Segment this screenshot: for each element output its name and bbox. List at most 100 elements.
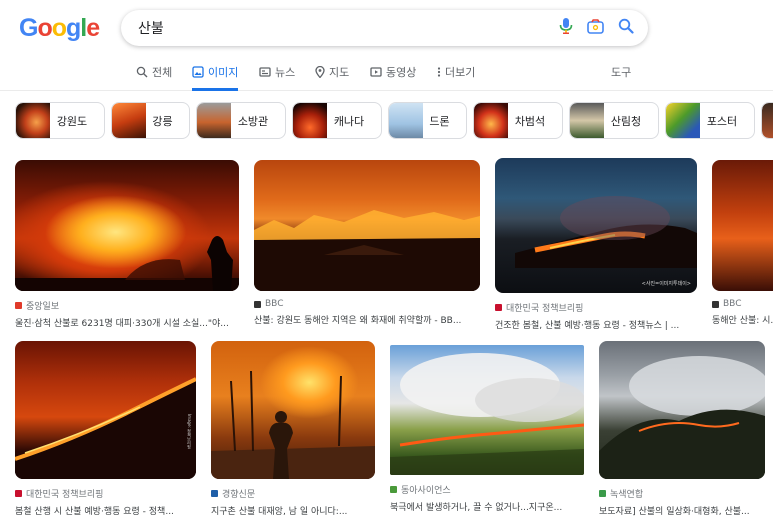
search-box[interactable]: 산불 [121,10,648,46]
map-pin-icon [315,66,325,78]
hillside-fire-graphic [15,377,196,479]
result-source[interactable]: 경향신문 [211,487,375,500]
image-result[interactable]: BBC 동해안 산불: 시... [712,160,773,326]
chip-label: 차범석 [514,114,546,128]
image-watermark: <사진=이미지투데이> [641,281,691,287]
chip-chabeomseok[interactable]: 차범석 [473,102,563,139]
result-title[interactable]: 동해안 산불: 시... [712,313,773,326]
tools-button[interactable]: 도구 [611,64,631,91]
favicon-icon [712,300,719,308]
result-image[interactable] [390,345,584,475]
chip-canada[interactable]: 캐나다 [292,102,382,139]
result-image[interactable] [15,160,239,291]
chip-forest-service[interactable]: 산림청 [569,102,659,139]
source-name: 동아사이언스 [401,486,451,496]
chip-drone[interactable]: 드론 [388,102,467,139]
tools-label: 도구 [611,66,632,79]
logo-letter: e [86,14,100,42]
tab-maps[interactable]: 지도 [315,64,349,91]
chip-label: 강원도 [56,114,88,128]
favicon-icon [495,304,502,311]
result-title[interactable]: 봄철 산행 시 산불 예방·행동 요령 - 정책... [15,504,196,517]
video-icon [370,67,382,77]
chip-thumbnail [16,103,50,138]
search-tabs: 전체 이미지 뉴스 지도 동영상 더보기 도구 [0,60,773,91]
tab-label: 이미지 [208,66,239,79]
chip-firefighter[interactable]: 소방관 [196,102,286,139]
tab-news[interactable]: 뉴스 [259,64,295,91]
chip-gangwon[interactable]: 강원도 [15,102,105,139]
image-result[interactable]: Image: 정책브리핑 대한민국 정책브리핑 봄철 산행 시 산불 예방·행동… [15,341,196,517]
image-watermark: Image: 정책브리핑 [187,413,192,449]
result-source[interactable]: 동아사이언스 [390,483,584,496]
tab-more[interactable]: 더보기 [437,64,475,91]
source-name: 중앙일보 [26,302,60,312]
chip-poster[interactable]: 포스터 [665,102,755,139]
more-icon [437,67,441,77]
result-source[interactable]: 대한민국 정책브리핑 [495,301,697,314]
image-result[interactable]: 경향신문 지구촌 산불 대재앙, 남 일 아니다:... [211,341,375,517]
result-source[interactable]: 대한민국 정책브리핑 [15,487,196,500]
source-name: BBC [723,299,742,309]
result-image[interactable] [712,160,773,291]
favicon-icon [599,490,606,497]
source-name: 대한민국 정책브리핑 [506,304,584,314]
result-source[interactable]: BBC [254,299,480,309]
chip-thumbnail [112,103,146,138]
related-chips: 강원도 강릉 소방관 캐나다 드론 차범석 산림청 포스터 [15,102,773,140]
forest-fire-graphic [254,210,480,291]
tab-videos[interactable]: 동영상 [370,64,416,91]
logo-letter: o [51,14,67,42]
result-image[interactable] [211,341,375,479]
search-icon [136,66,148,78]
image-result[interactable]: BBC 산불: 강원도 동해안 지역은 왜 화재에 취약할까 - BB... [254,160,480,326]
result-image[interactable] [254,160,480,291]
result-image[interactable]: Image: 정책브리핑 [15,341,196,479]
result-title[interactable]: 울진·삼척 산불로 6231명 대피·330개 시설 소실..."야... [15,316,239,329]
chip-label: 산림청 [610,114,642,128]
camera-icon[interactable] [587,18,604,34]
result-source[interactable]: 녹색연합 [599,487,765,500]
mountain-smoke-graphic [599,356,765,479]
result-title[interactable]: 산불: 강원도 동해안 지역은 왜 화재에 취약할까 - BB... [254,313,480,326]
result-title[interactable]: 보도자료] 산불의 일상화·대형화, 산불... [599,504,765,517]
result-title[interactable]: 지구촌 산불 대재앙, 남 일 아니다:... [211,504,375,517]
chip-gangneung[interactable]: 강릉 [111,102,190,139]
logo-letter: o [37,14,52,42]
result-title[interactable]: 북극에서 발생하거나, 끌 수 없거나...지구온... [390,500,584,513]
image-result[interactable]: <사진=이미지투데이> 대한민국 정책브리핑 건조한 봄철, 산불 예방·행동 … [495,158,697,331]
favicon-icon [15,490,22,497]
chip-label: 캐나다 [333,114,365,128]
search-icon[interactable] [618,18,634,34]
chip-thumbnail [389,103,423,138]
result-image[interactable] [599,341,765,479]
result-title[interactable]: 건조한 봄철, 산불 예방·행동 요령 - 정책뉴스 | ... [495,318,697,331]
favicon-icon [211,490,218,497]
chip-label: 포스터 [706,114,738,128]
chip-more[interactable] [761,102,773,139]
tab-all[interactable]: 전체 [136,64,172,91]
logo-letter: G [19,14,38,42]
chip-thumbnail [474,103,508,138]
tab-images[interactable]: 이미지 [192,64,239,91]
result-image[interactable]: <사진=이미지투데이> [495,158,697,293]
microphone-icon[interactable] [559,18,573,34]
tab-label: 동영상 [386,66,417,79]
logo-letter: g [66,14,81,42]
chip-label: 소방관 [237,114,269,128]
search-input[interactable]: 산불 [138,18,164,38]
chip-thumbnail [666,103,700,138]
result-source[interactable]: BBC [712,299,773,309]
image-result[interactable]: 녹색연합 보도자료] 산불의 일상화·대형화, 산불... [599,341,765,517]
tab-label: 더보기 [445,66,476,79]
smoke-fire-graphic [390,353,584,475]
image-result[interactable]: 동아사이언스 북극에서 발생하거나, 끌 수 없거나...지구온... [390,345,584,513]
source-name: 대한민국 정책브리핑 [26,490,104,500]
result-source[interactable]: 중앙일보 [15,299,239,312]
source-name: BBC [265,299,284,309]
image-result[interactable]: 중앙일보 울진·삼척 산불로 6231명 대피·330개 시설 소실..."야.… [15,160,239,329]
google-logo[interactable]: Google [19,14,100,43]
news-icon [259,67,271,77]
favicon-icon [390,486,397,493]
chip-thumbnail [762,103,773,138]
